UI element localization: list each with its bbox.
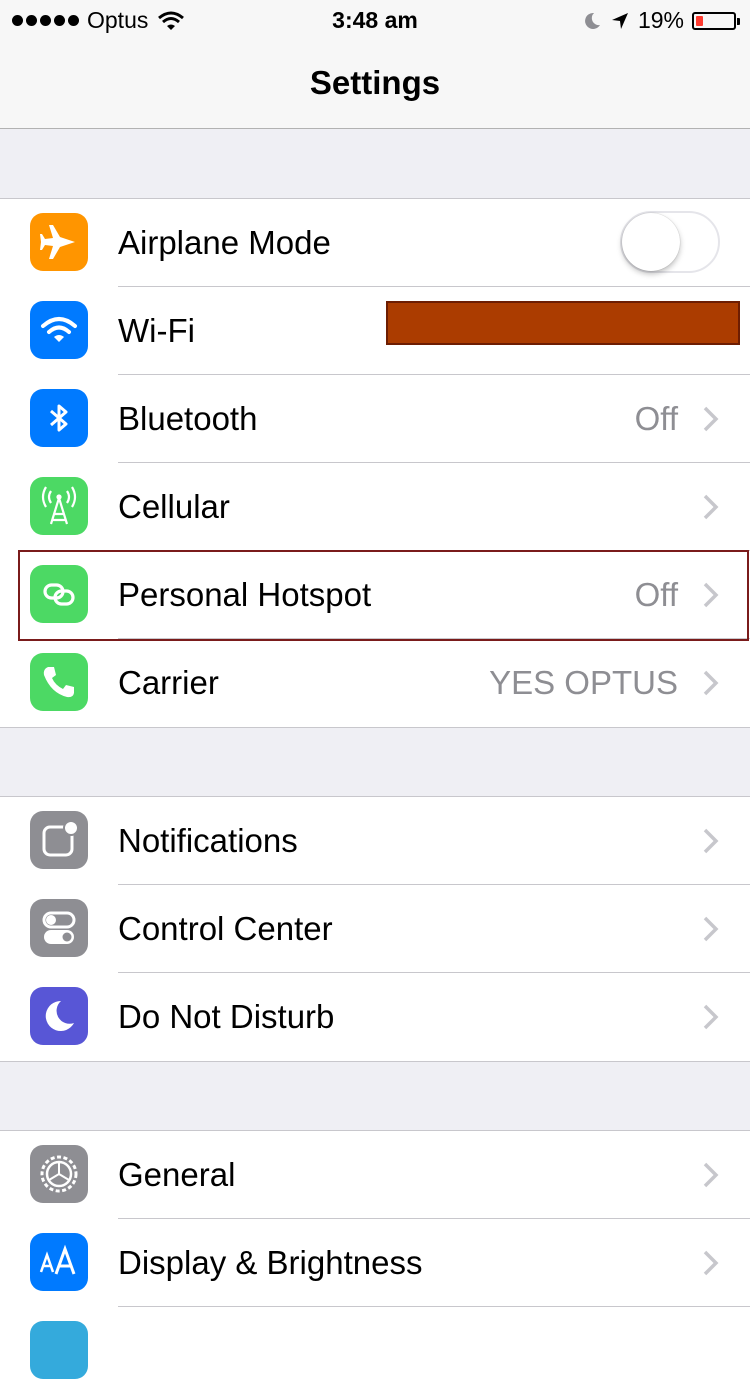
chevron-right-icon	[703, 1162, 719, 1188]
chevron-right-icon	[703, 828, 719, 854]
settings-group-connectivity: Airplane Mode Wi-Fi Bluetooth Off Cellul…	[0, 198, 750, 728]
settings-row-notifications[interactable]: Notifications	[0, 797, 750, 885]
settings-row-label: Bluetooth	[118, 400, 258, 437]
chevron-right-icon	[703, 582, 719, 608]
chevron-right-icon	[703, 916, 719, 942]
settings-row-label: Display & Brightness	[118, 1244, 423, 1281]
wifi-icon	[30, 301, 88, 359]
settings-row-label: Notifications	[118, 822, 298, 859]
battery-percent: 19%	[637, 7, 684, 33]
settings-group-notifications: Notifications Control Center Do Not Dist…	[0, 796, 750, 1062]
chevron-right-icon	[703, 406, 719, 432]
settings-row-value: Off	[634, 400, 678, 437]
settings-row-value: YES OPTUS	[489, 664, 678, 701]
do-not-disturb-status-icon	[585, 12, 600, 29]
control-center-icon	[30, 899, 88, 957]
moon-icon	[30, 987, 88, 1045]
settings-row-label: Airplane Mode	[118, 224, 331, 261]
battery-icon	[692, 11, 740, 30]
text-size-icon	[30, 1233, 88, 1291]
phone-icon	[30, 653, 88, 711]
settings-row-label: Wi-Fi	[118, 312, 195, 349]
status-bar-right: 19%	[582, 7, 740, 34]
cellular-icon	[30, 477, 88, 535]
bluetooth-icon	[30, 389, 88, 447]
settings-row-control-center[interactable]: Control Center	[0, 885, 750, 973]
battery-level	[696, 15, 703, 26]
chevron-right-icon	[703, 1250, 719, 1276]
settings-row-airplane-mode[interactable]: Airplane Mode	[0, 199, 750, 287]
navigation-bar: Settings	[0, 40, 750, 129]
settings-row-label: General	[118, 1156, 236, 1193]
settings-row-personal-hotspot[interactable]: Personal Hotspot Off	[0, 551, 750, 639]
location-arrow-icon	[611, 12, 628, 29]
settings-row-label: Do Not Disturb	[118, 998, 335, 1035]
airplane-icon	[30, 213, 88, 271]
chevron-right-icon	[703, 670, 719, 696]
gear-icon	[30, 1145, 88, 1203]
notifications-icon	[30, 811, 88, 869]
redacted-wifi-network	[386, 301, 740, 345]
toggle-knob	[622, 213, 680, 271]
status-bar: Optus 3:48 am 19%	[0, 0, 750, 40]
settings-row-value: Off	[634, 576, 678, 613]
hotspot-icon	[30, 565, 88, 623]
wallpaper-icon	[30, 1321, 88, 1379]
settings-row-label: Control Center	[118, 910, 333, 947]
settings-row-wifi[interactable]: Wi-Fi	[0, 287, 750, 375]
settings-row-carrier[interactable]: Carrier YES OPTUS	[0, 639, 750, 727]
settings-row-bluetooth[interactable]: Bluetooth Off	[0, 375, 750, 463]
settings-row-display-brightness[interactable]: Display & Brightness	[0, 1219, 750, 1307]
settings-row-label: Personal Hotspot	[118, 576, 372, 613]
page-title: Settings	[309, 64, 441, 101]
settings-row-general[interactable]: General	[0, 1131, 750, 1219]
settings-row-do-not-disturb[interactable]: Do Not Disturb	[0, 973, 750, 1061]
chevron-right-icon	[703, 1004, 719, 1030]
settings-row-label: Carrier	[118, 664, 219, 701]
settings-row-label: Cellular	[118, 488, 230, 525]
airplane-mode-toggle[interactable]	[620, 211, 720, 273]
chevron-right-icon	[703, 494, 719, 520]
settings-row-cellular[interactable]: Cellular	[0, 463, 750, 551]
settings-group-general: General Display & Brightness	[0, 1130, 750, 1395]
settings-row-partial[interactable]	[0, 1307, 750, 1395]
